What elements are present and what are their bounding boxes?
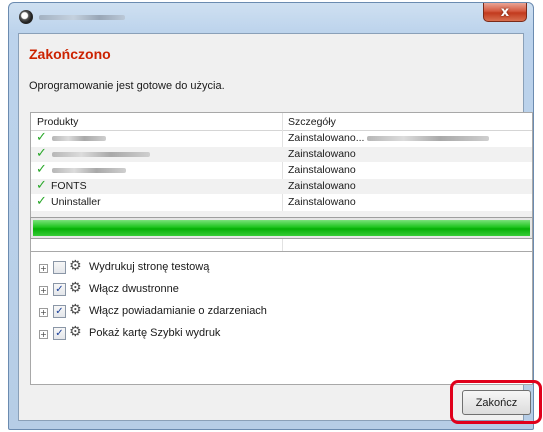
dialog-client-area: Zakończono Oprogramowanie jest gotowe do… (18, 33, 533, 421)
product-name: Uninstaller (51, 196, 101, 208)
check-icon: ✓ (36, 178, 47, 193)
gear-icon: ⚙ (69, 258, 82, 274)
option-label[interactable]: Wydrukuj stronę testową (89, 261, 209, 273)
product-status: Zainstalowano (288, 196, 356, 208)
gear-icon: ⚙ (69, 302, 82, 318)
finish-button[interactable]: Zakończ (462, 390, 531, 415)
option-duplex: + ✓ ⚙ Włącz dwustronne (39, 280, 519, 300)
column-header-details[interactable]: Szczegóły (288, 116, 336, 128)
option-quick-print-tab: + ✓ ⚙ Pokaż kartę Szybki wydruk (39, 324, 519, 344)
product-status: Zainstalowano (288, 180, 356, 192)
progress-fill (33, 220, 530, 236)
table-row: ✓ Uninstaller Zainstalowano (31, 194, 532, 210)
option-label[interactable]: Pokaż kartę Szybki wydruk (89, 327, 220, 339)
close-button[interactable]: x (483, 3, 527, 22)
check-icon: ✓ (36, 194, 47, 209)
redacted-product-name (52, 152, 150, 157)
product-status: Zainstalowano (288, 164, 356, 176)
redacted-window-title (39, 15, 125, 20)
expand-toggle[interactable]: + (39, 264, 48, 273)
title-bar: x (9, 3, 533, 33)
product-name: FONTS (51, 180, 87, 192)
installer-disc-icon (19, 10, 33, 24)
table-row: ✓ FONTS Zainstalowano (31, 178, 532, 194)
product-status: Zainstalowano (288, 148, 356, 160)
checkbox-quick-print-tab[interactable]: ✓ (53, 327, 66, 340)
table-row: ✓ Zainstalowano (31, 162, 532, 178)
option-event-notification: + ✓ ⚙ Włącz powiadamianie o zdarzeniach (39, 302, 519, 322)
option-print-test-page: + ⚙ Wydrukuj stronę testową (39, 258, 519, 278)
redacted-product-name (52, 136, 106, 141)
gear-icon: ⚙ (69, 280, 82, 296)
check-icon: ✓ (36, 162, 47, 177)
option-label[interactable]: Włącz powiadamianie o zdarzeniach (89, 305, 267, 317)
options-tree: + ⚙ Wydrukuj stronę testową + ✓ ⚙ Włącz … (30, 251, 533, 385)
redacted-details (367, 136, 489, 141)
expand-toggle[interactable]: + (39, 286, 48, 295)
check-icon: ✓ (36, 146, 47, 161)
checkbox-duplex[interactable]: ✓ (53, 283, 66, 296)
option-label[interactable]: Włącz dwustronne (89, 283, 179, 295)
check-icon: ✓ (36, 130, 47, 145)
expand-toggle[interactable]: + (39, 308, 48, 317)
table-row: ✓ Zainstalowano... (31, 130, 532, 146)
redacted-product-name (52, 168, 126, 173)
installer-window: x Zakończono Oprogramowanie jest gotowe … (8, 2, 534, 430)
page-title: Zakończono (29, 46, 111, 62)
table-row: ✓ Zainstalowano (31, 146, 532, 162)
column-header-products[interactable]: Produkty (37, 116, 78, 128)
checkbox-print-test-page[interactable] (53, 261, 66, 274)
expand-toggle[interactable]: + (39, 330, 48, 339)
install-progress-bar (30, 217, 533, 239)
gear-icon: ⚙ (69, 324, 82, 340)
status-message: Oprogramowanie jest gotowe do użycia. (29, 80, 225, 92)
product-status: Zainstalowano... (288, 132, 365, 144)
checkbox-event-notification[interactable]: ✓ (53, 305, 66, 318)
